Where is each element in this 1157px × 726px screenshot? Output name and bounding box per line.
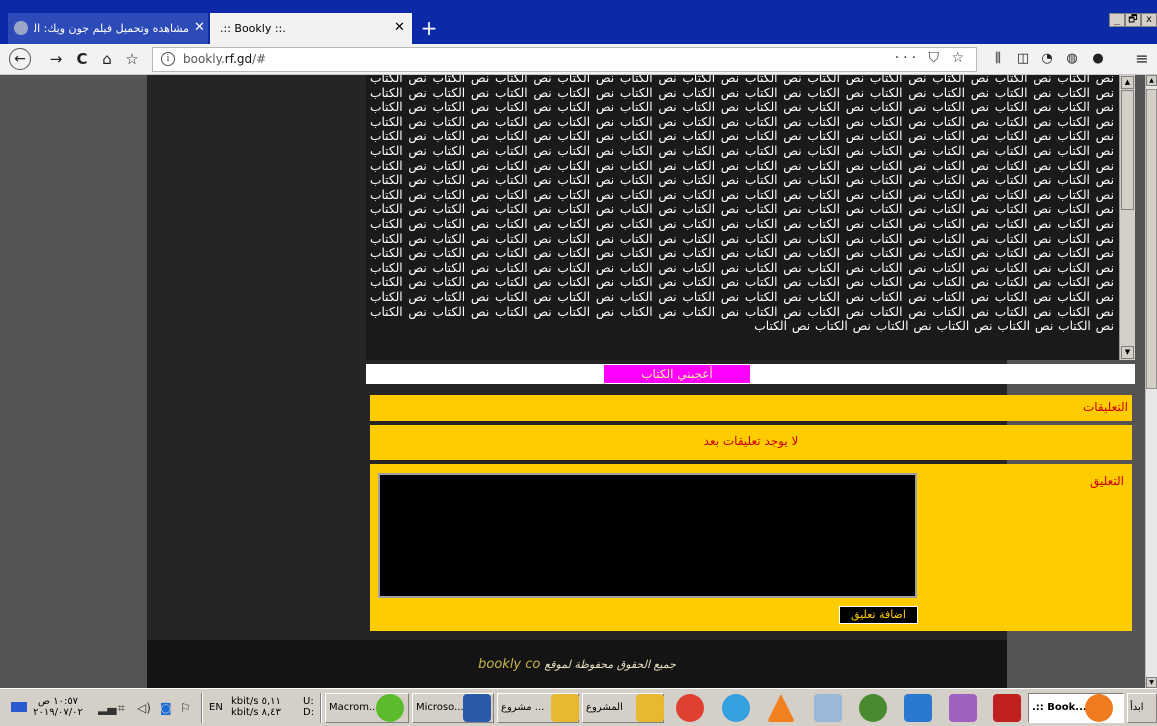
- start-button[interactable]: ابدأ: [1127, 693, 1157, 723]
- scroll-up-icon[interactable]: ▲: [1146, 75, 1157, 86]
- extension-icon-2[interactable]: ◍: [1062, 50, 1082, 68]
- taskbar-separator: [320, 693, 322, 723]
- info-icon[interactable]: i: [161, 52, 175, 66]
- no-comments-box: لا يوجد تعليقات بعد: [370, 425, 1132, 460]
- chrome-icon[interactable]: [676, 694, 704, 722]
- close-tab-icon[interactable]: ✕: [394, 20, 405, 35]
- scroll-thumb[interactable]: [1146, 89, 1157, 389]
- folder-icon: [551, 694, 579, 722]
- scroll-up-icon[interactable]: ▲: [1121, 76, 1134, 89]
- comments-title: التعليقات: [1082, 400, 1128, 414]
- scroll-thumb[interactable]: [1121, 90, 1134, 210]
- tree-app-icon[interactable]: [859, 694, 887, 722]
- word-icon: [463, 694, 491, 722]
- site-favicon-icon: [14, 21, 28, 35]
- close-tab-icon[interactable]: ✕: [194, 20, 205, 35]
- comment-label: التعليق: [1089, 474, 1124, 488]
- browser-tab-bar: مشاهده وتحميل فيلم جون ويك: الف ✕ .:: Bo…: [0, 0, 1157, 44]
- no-comments-text: لا يوجد تعليقات بعد: [703, 434, 799, 448]
- firefox-icon: [1085, 694, 1113, 722]
- tab-title: .:: Bookly ::.: [220, 22, 286, 35]
- calculator-icon[interactable]: [814, 694, 842, 722]
- search-icon[interactable]: ◙: [160, 701, 172, 715]
- add-comment-button[interactable]: اضافة تعليق: [839, 606, 918, 624]
- scroll-down-icon[interactable]: ▼: [1146, 677, 1157, 688]
- language-indicator[interactable]: EN: [209, 702, 223, 713]
- restore-button[interactable]: 🗗: [1125, 13, 1141, 27]
- page-actions-icons[interactable]: ··· ⛉ ☆: [895, 50, 968, 66]
- new-tab-button[interactable]: +: [417, 17, 441, 41]
- url-bar[interactable]: i bookly.rf.gd/# ··· ⛉ ☆: [152, 47, 977, 72]
- windows-taskbar: ١٠:٥٧ ص ٢٠١٩/٠٧/٠٢ ▂▄ ⌗ ◁) ◙ ⚐ EN kbit/s …: [0, 688, 1157, 726]
- footer: bookly co جميع الحقوق محفوظة لموقع: [147, 640, 1007, 688]
- url-text[interactable]: bookly.rf.gd/#: [183, 52, 266, 66]
- like-row: أعجبني الكتاب: [366, 364, 1135, 384]
- tab-title: مشاهده وتحميل فيلم جون ويك: الف: [34, 22, 189, 35]
- close-window-button[interactable]: x: [1141, 13, 1157, 27]
- content-column: نص الكتاب نص الكتاب نص الكتاب نص الكتاب …: [147, 75, 1135, 688]
- dreamweaver-icon: [376, 694, 404, 722]
- taskbar-separator: [201, 693, 203, 723]
- library-icon[interactable]: ⫼: [988, 50, 1008, 68]
- like-book-button[interactable]: أعجبني الكتاب: [604, 365, 750, 383]
- book-text-scrollbar[interactable]: ▲ ▼: [1119, 75, 1135, 360]
- vlc-icon[interactable]: [767, 694, 795, 722]
- tab-bookly[interactable]: .:: Bookly ::. ✕: [210, 13, 412, 44]
- footer-brand: bookly co: [478, 657, 541, 672]
- comments-header: التعليقات: [370, 395, 1132, 421]
- show-desktop-icon[interactable]: [11, 702, 27, 712]
- back-button[interactable]: ←: [9, 48, 31, 70]
- page-scrollbar[interactable]: ▲ ▼: [1145, 75, 1157, 688]
- filezilla-icon[interactable]: [993, 694, 1021, 722]
- net-labels: U: D:: [303, 696, 315, 718]
- flag-icon[interactable]: ⚐: [180, 701, 191, 715]
- folder-icon: [636, 694, 664, 722]
- comment-form: التعليق اضافة تعليق: [370, 464, 1132, 631]
- bookmark-page-icon[interactable]: ☆: [122, 50, 142, 68]
- clock[interactable]: ١٠:٥٧ ص ٢٠١٩/٠٧/٠٢: [30, 696, 86, 718]
- menu-icon[interactable]: ≡: [1132, 50, 1152, 68]
- tab-film[interactable]: مشاهده وتحميل فيلم جون ويك: الف ✕: [8, 13, 208, 44]
- comment-textarea[interactable]: [378, 473, 917, 598]
- app-icon[interactable]: [722, 694, 750, 722]
- footer-copyright: bookly co جميع الحقوق محفوظة لموقع: [478, 657, 676, 672]
- browser-nav-bar: ← → C ⌂ ☆ i bookly.rf.gd/# ··· ⛉ ☆ ⫼ ◫ ◔…: [0, 44, 1157, 75]
- forward-button[interactable]: →: [46, 50, 66, 68]
- account-icon[interactable]: ●: [1088, 50, 1108, 68]
- vscode-icon[interactable]: [904, 694, 932, 722]
- page-viewport: نص الكتاب نص الكتاب نص الكتاب نص الكتاب …: [0, 75, 1145, 688]
- network-icon[interactable]: ⌗: [118, 701, 125, 716]
- scroll-down-icon[interactable]: ▼: [1121, 346, 1134, 359]
- minimize-button[interactable]: _: [1109, 13, 1125, 27]
- reload-button[interactable]: C: [72, 50, 92, 68]
- volume-icon[interactable]: ◁): [137, 701, 151, 715]
- book-text-box[interactable]: نص الكتاب نص الكتاب نص الكتاب نص الكتاب …: [366, 75, 1135, 360]
- sidebar-icon[interactable]: ◫: [1013, 50, 1033, 68]
- paint-icon[interactable]: [949, 694, 977, 722]
- extension-icon[interactable]: ◔: [1037, 50, 1057, 68]
- home-button[interactable]: ⌂: [97, 50, 117, 68]
- net-speed: kbit/s ٥,١١ kbit/s ٨,٤٣: [231, 696, 281, 718]
- book-text: نص الكتاب نص الكتاب نص الكتاب نص الكتاب …: [370, 75, 1114, 334]
- signal-icon[interactable]: ▂▄: [98, 701, 116, 715]
